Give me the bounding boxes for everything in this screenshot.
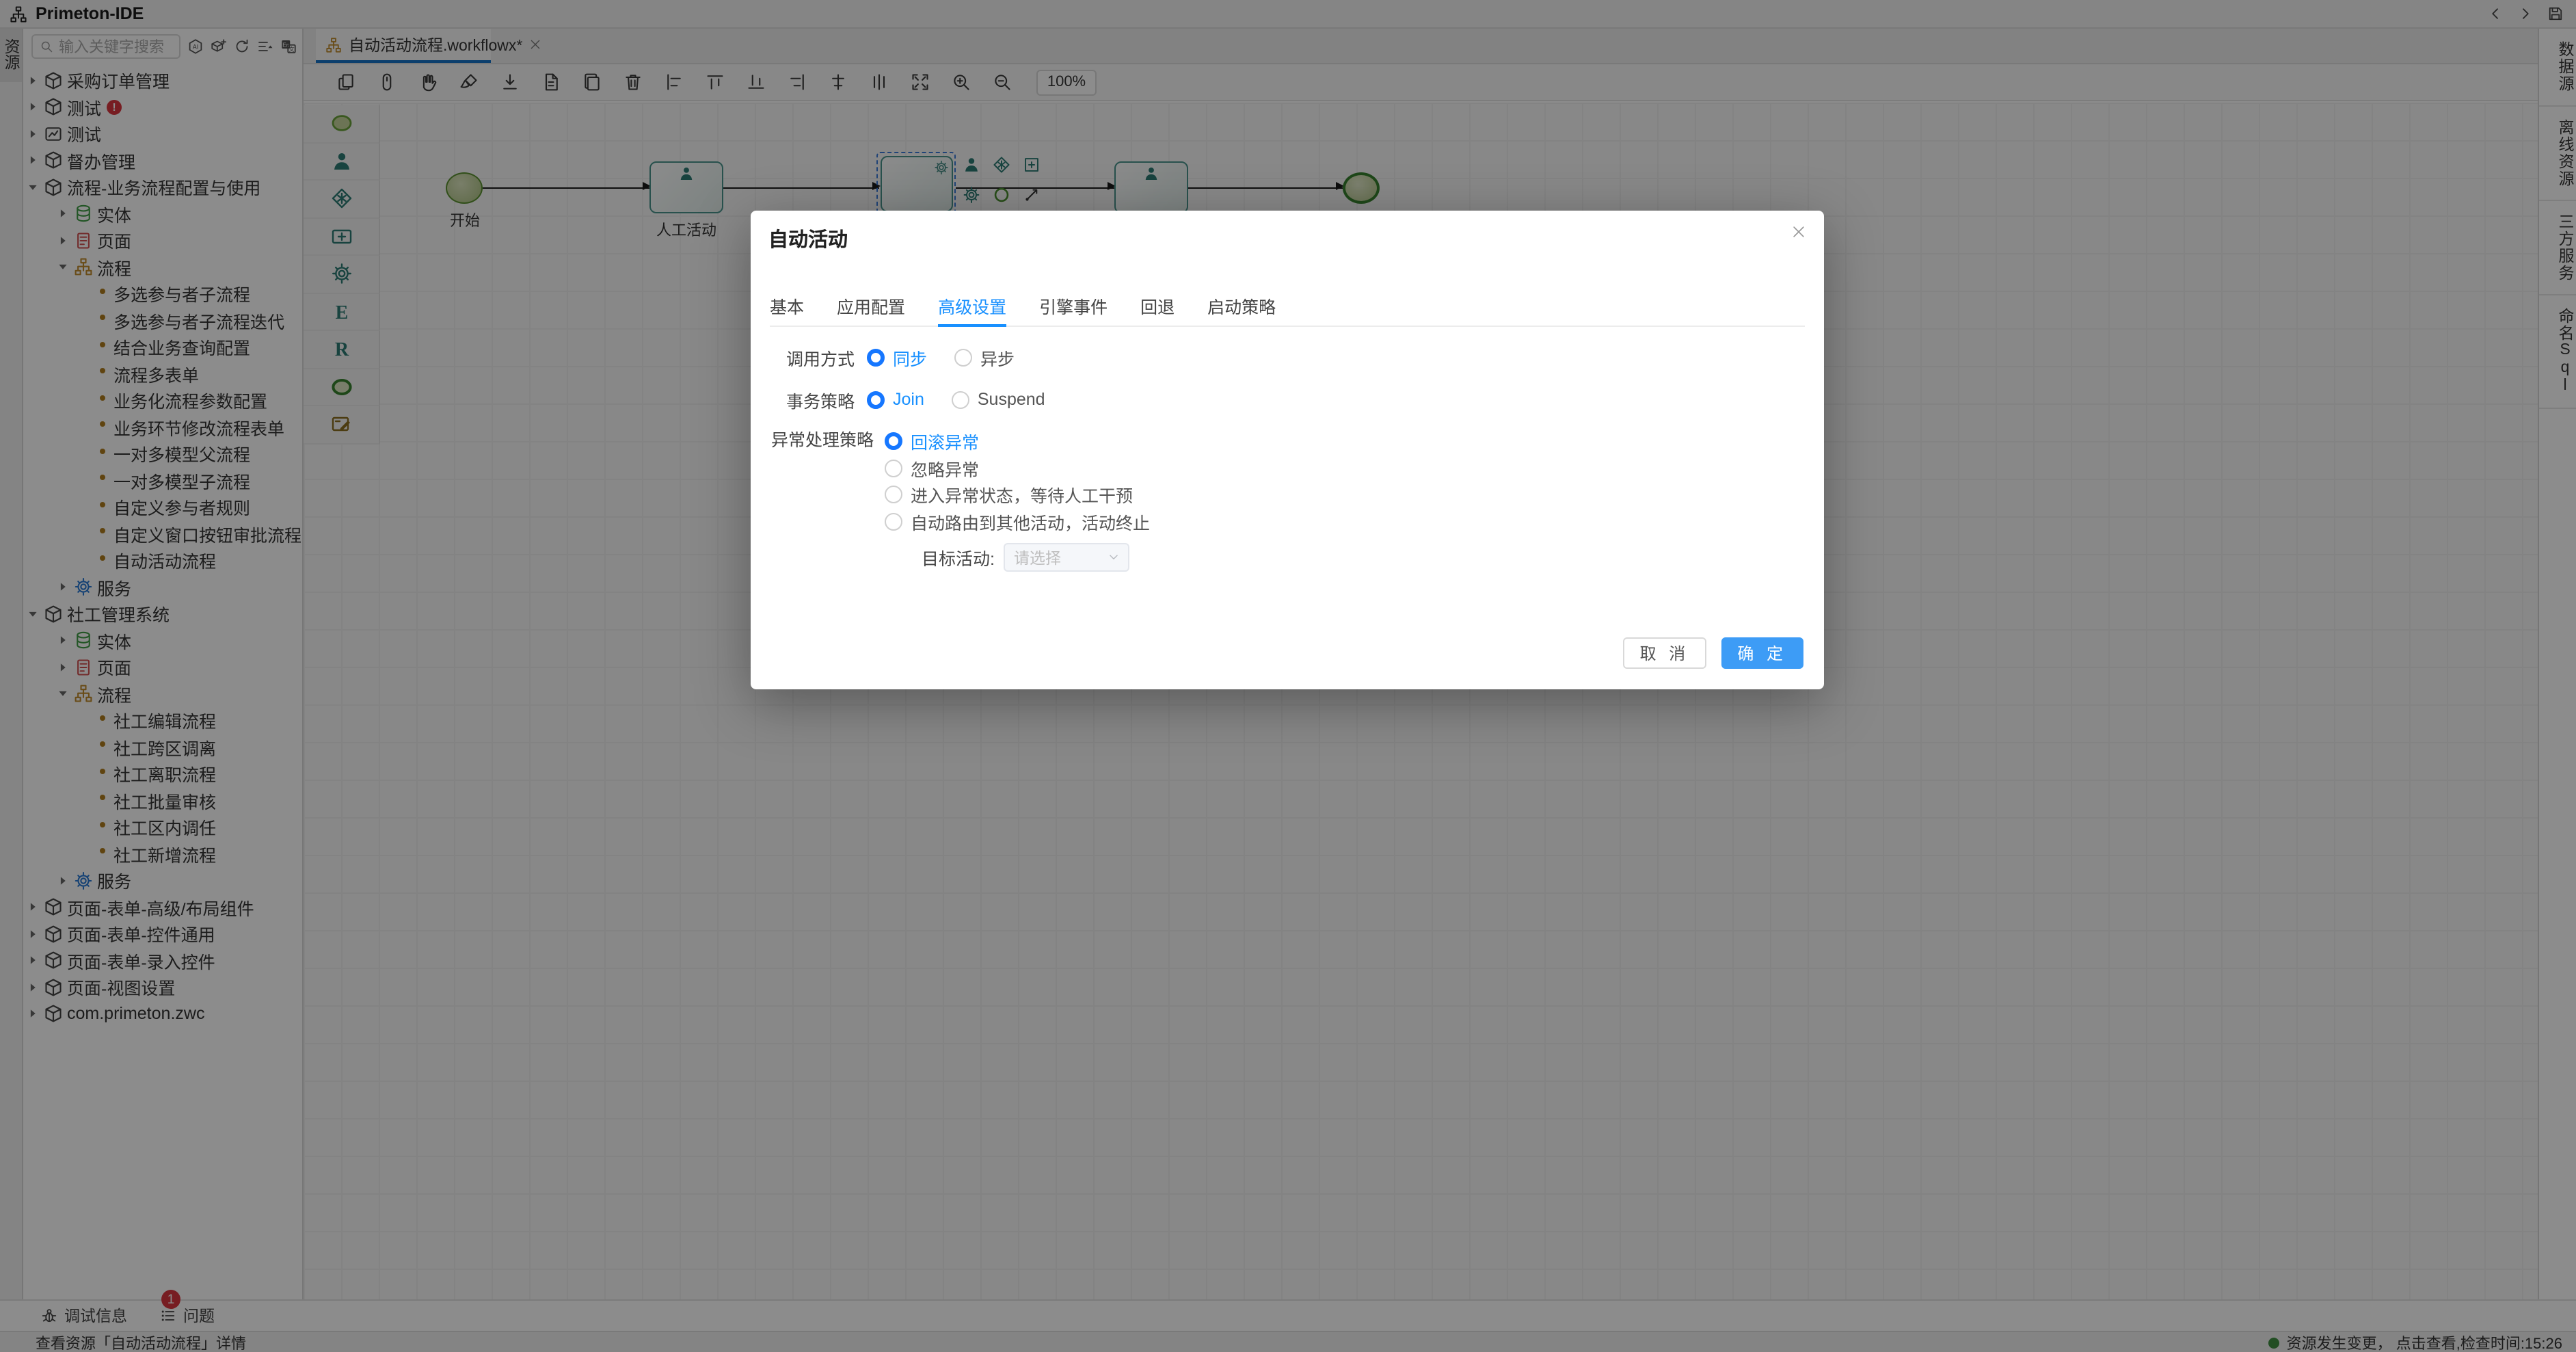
radio-label: 回滚异常 (911, 429, 979, 455)
radio-icon[interactable] (885, 460, 902, 477)
dialog-tab[interactable]: 启动策略 (1207, 293, 1276, 327)
call-mode-label: 调用方式 (751, 344, 855, 370)
radio-option[interactable]: Join (867, 390, 924, 409)
exception-policy-row: 异常处理策略 回滚异常忽略异常进入异常状态，等待人工干预自动路由到其他活动，活动… (751, 428, 1824, 572)
tx-policy-row: 事务策略 Join Suspend (751, 386, 1824, 413)
select-placeholder: 请选择 (1014, 546, 1103, 568)
dialog-tab[interactable]: 高级设置 (938, 293, 1006, 327)
primeton-ide-window: Primeton-IDE 资源 输入关键字搜索 AIEn文 采购订单管理测试!测… (0, 0, 2576, 1352)
dialog-title: 自动活动 (768, 224, 848, 253)
dialog-close-icon[interactable] (1791, 224, 1806, 239)
dialog-tabs: 基本应用配置高级设置引擎事件回退启动策略 (770, 293, 1805, 327)
radio-label: Suspend (978, 390, 1045, 409)
radio-label: 自动路由到其他活动，活动终止 (911, 509, 1150, 535)
radio-label: 忽略异常 (911, 455, 979, 481)
auto-activity-dialog: 自动活动 基本应用配置高级设置引擎事件回退启动策略 调用方式 同步 异步 事务策略… (751, 211, 1824, 689)
ok-button[interactable]: 确 定 (1721, 637, 1803, 669)
radio-option[interactable]: Suspend (952, 390, 1045, 409)
target-activity-select[interactable]: 请选择 (1004, 543, 1130, 572)
radio-option[interactable]: 回滚异常 (885, 428, 1150, 455)
radio-icon[interactable] (867, 348, 885, 366)
radio-label: 同步 (893, 344, 927, 370)
radio-option[interactable]: 进入异常状态，等待人工干预 (885, 481, 1150, 508)
radio-icon[interactable] (867, 390, 885, 408)
radio-label: 进入异常状态，等待人工干预 (911, 482, 1133, 508)
exception-policy-label: 异常处理策略 (751, 428, 874, 455)
exception-policy-options: 回滚异常忽略异常进入异常状态，等待人工干预自动路由到其他活动，活动终止 (885, 428, 1150, 535)
dialog-footer: 取 消 确 定 (1624, 637, 1803, 669)
radio-label: Join (893, 390, 924, 409)
call-mode-options: 同步 异步 (867, 344, 1015, 370)
chevron-down-icon (1108, 551, 1121, 564)
radio-option[interactable]: 同步 (867, 344, 927, 370)
dialog-body: 调用方式 同步 异步 事务策略 Join Suspend 异常处理策略 回滚异常忽略… (751, 343, 1824, 572)
dialog-tab[interactable]: 基本 (770, 293, 804, 327)
dialog-tab[interactable]: 应用配置 (837, 293, 905, 327)
tx-policy-label: 事务策略 (751, 386, 855, 412)
call-mode-row: 调用方式 同步 异步 (751, 343, 1824, 371)
dialog-tab[interactable]: 引擎事件 (1039, 293, 1108, 327)
radio-icon[interactable] (885, 486, 902, 504)
radio-option[interactable]: 忽略异常 (885, 455, 1150, 481)
radio-icon[interactable] (952, 390, 969, 408)
target-activity-label: 目标活动: (922, 544, 995, 570)
tx-policy-options: Join Suspend (867, 390, 1045, 409)
radio-icon[interactable] (954, 348, 972, 366)
radio-option[interactable]: 自动路由到其他活动，活动终止 (885, 508, 1150, 535)
dialog-tab[interactable]: 回退 (1140, 293, 1175, 327)
radio-label: 异步 (980, 344, 1015, 370)
radio-icon[interactable] (885, 513, 902, 531)
cancel-button[interactable]: 取 消 (1624, 637, 1706, 669)
radio-icon[interactable] (885, 433, 902, 451)
target-activity-row: 目标活动: 请选择 (922, 543, 1150, 572)
radio-option[interactable]: 异步 (954, 344, 1015, 370)
